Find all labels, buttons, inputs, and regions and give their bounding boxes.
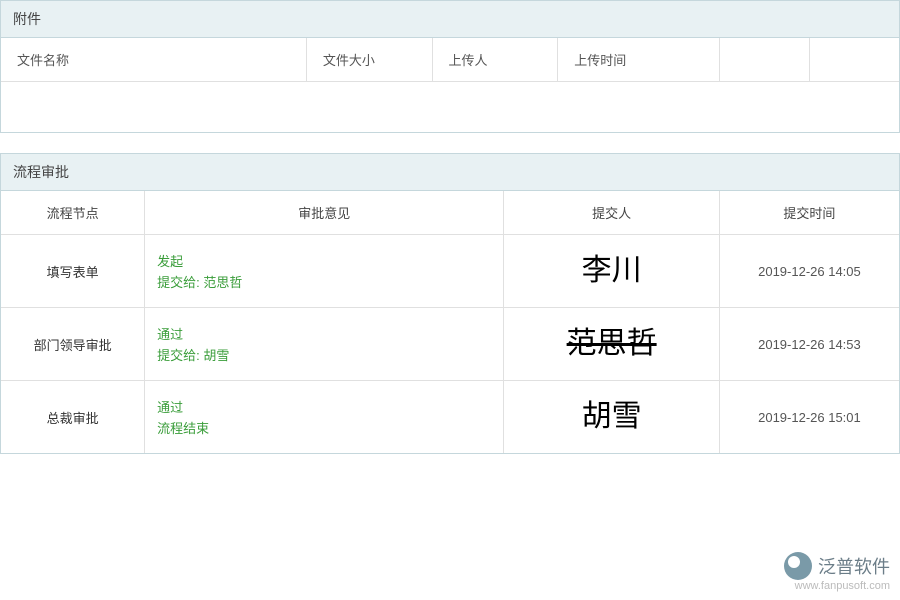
cell-submitter: 范思哲 <box>504 308 720 381</box>
col-uploader: 上传人 <box>432 38 558 82</box>
watermark-brand: 泛普软件 <box>818 553 890 579</box>
cell-node: 总裁审批 <box>1 381 145 454</box>
col-uploadtime: 上传时间 <box>558 38 720 82</box>
brand-logo-icon <box>784 552 812 580</box>
forward-line: 提交给: 胡雪 <box>157 345 491 364</box>
forward-to: 胡雪 <box>203 348 229 363</box>
table-row: 总裁审批 通过 流程结束 胡雪 2019-12-26 15:01 <box>1 381 899 454</box>
col-time: 提交时间 <box>719 191 899 235</box>
approval-section: 流程审批 流程节点 审批意见 提交人 提交时间 填写表单 发起 提交给: 范思哲 <box>0 153 900 454</box>
forward-label: 提交给: <box>157 275 200 290</box>
forward-line: 提交给: 范思哲 <box>157 272 491 291</box>
table-row: 填写表单 发起 提交给: 范思哲 李川 2019-12-26 14:05 <box>1 235 899 308</box>
forward-label: 提交给: <box>157 348 200 363</box>
attachments-header: 附件 <box>1 1 899 38</box>
col-op2 <box>809 38 899 82</box>
cell-submitter: 胡雪 <box>504 381 720 454</box>
attachments-body-empty <box>1 82 899 132</box>
forward-label: 流程结束 <box>157 421 209 436</box>
action-label: 发起 <box>157 251 491 270</box>
action-label: 通过 <box>157 397 491 416</box>
table-row: 部门领导审批 通过 提交给: 胡雪 范思哲 2019-12-26 14:53 <box>1 308 899 381</box>
watermark-url: www.fanpusoft.com <box>784 580 890 592</box>
cell-submitter: 李川 <box>504 235 720 308</box>
attachments-header-row: 文件名称 文件大小 上传人 上传时间 <box>1 38 899 82</box>
col-filename: 文件名称 <box>1 38 306 82</box>
cell-node: 部门领导审批 <box>1 308 145 381</box>
watermark: 泛普软件 www.fanpusoft.com <box>784 552 890 592</box>
attachments-table: 文件名称 文件大小 上传人 上传时间 <box>1 38 899 82</box>
forward-line: 流程结束 <box>157 418 491 437</box>
approval-header-row: 流程节点 审批意见 提交人 提交时间 <box>1 191 899 235</box>
col-op1 <box>719 38 809 82</box>
col-opinion: 审批意见 <box>145 191 504 235</box>
approval-header: 流程审批 <box>1 154 899 191</box>
action-label: 通过 <box>157 324 491 343</box>
cell-opinion: 发起 提交给: 范思哲 <box>145 235 504 308</box>
approval-table: 流程节点 审批意见 提交人 提交时间 填写表单 发起 提交给: 范思哲 李川 <box>1 191 899 453</box>
attachments-section: 附件 文件名称 文件大小 上传人 上传时间 <box>0 0 900 133</box>
signature: 李川 <box>582 256 642 286</box>
cell-time: 2019-12-26 14:53 <box>719 308 899 381</box>
cell-time: 2019-12-26 15:01 <box>719 381 899 454</box>
cell-node: 填写表单 <box>1 235 145 308</box>
signature: 胡雪 <box>582 402 642 432</box>
cell-opinion: 通过 流程结束 <box>145 381 504 454</box>
cell-opinion: 通过 提交给: 胡雪 <box>145 308 504 381</box>
col-node: 流程节点 <box>1 191 145 235</box>
col-filesize: 文件大小 <box>306 38 432 82</box>
cell-time: 2019-12-26 14:05 <box>719 235 899 308</box>
col-submitter: 提交人 <box>504 191 720 235</box>
watermark-brand-row: 泛普软件 <box>784 552 890 580</box>
forward-to: 范思哲 <box>203 275 242 290</box>
signature: 范思哲 <box>567 329 657 359</box>
